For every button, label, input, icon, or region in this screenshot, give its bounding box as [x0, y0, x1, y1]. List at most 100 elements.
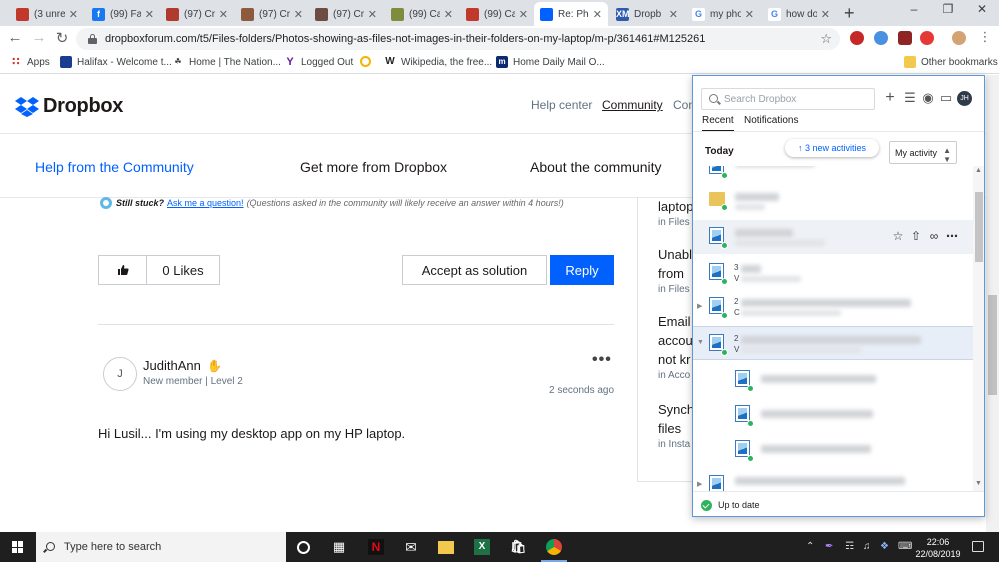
pen-icon[interactable]: ✒ — [825, 541, 833, 552]
list-item[interactable] — [693, 433, 973, 467]
browser-tab[interactable]: XM Dropb ✕ — [610, 2, 684, 26]
bookmark-logged-out[interactable]: Y Logged Out — [284, 56, 353, 68]
browser-tab[interactable]: Re: Pho ✕ — [534, 2, 608, 26]
system-clock[interactable]: 22:06 22/08/2019 — [913, 536, 963, 560]
related-post-title[interactable]: files — [658, 419, 681, 438]
subnav-get-more[interactable]: Get more from Dropbox — [300, 159, 447, 175]
related-post-title[interactable]: not kr — [658, 350, 691, 369]
folder-open-icon[interactable]: ▭ — [939, 91, 953, 105]
reply-button[interactable]: Reply — [550, 255, 614, 285]
related-post-title[interactable]: from — [658, 264, 684, 283]
subnav-about[interactable]: About the community — [530, 159, 662, 175]
browser-tab[interactable]: (99) Ca ✕ — [460, 2, 534, 26]
ask-question-link[interactable]: Ask me a question! — [167, 198, 244, 208]
new-tab-button[interactable]: + — [844, 3, 855, 24]
tab-close-icon[interactable]: ✕ — [745, 8, 754, 21]
profile-avatar[interactable] — [952, 31, 966, 45]
forward-arrow-icon[interactable]: → — [30, 29, 48, 46]
list-item[interactable] — [693, 398, 973, 432]
like-button[interactable] — [99, 256, 147, 284]
store-icon[interactable]: 🛍 — [510, 539, 527, 555]
address-bar[interactable]: dropboxforum.com/t5/Files-folders/Photos… — [76, 28, 840, 50]
new-activities-button[interactable]: ↑ 3 new activities — [785, 139, 879, 157]
author-avatar[interactable]: J — [103, 357, 137, 391]
file-explorer-icon[interactable] — [438, 541, 454, 554]
list-item[interactable]: ▶ — [693, 468, 973, 491]
list-item[interactable] — [693, 184, 973, 218]
close-window-icon[interactable]: ✕ — [972, 2, 992, 16]
nav-help-center[interactable]: Help center — [531, 98, 592, 112]
plus-icon[interactable]: + — [883, 90, 897, 106]
reload-icon[interactable]: ↻ — [53, 29, 71, 47]
tab-recent[interactable]: Recent — [702, 115, 734, 132]
keyboard-icon[interactable]: ⌨ — [898, 541, 912, 552]
browser-tab[interactable]: Ghow do ✕ — [762, 2, 836, 26]
tab-close-icon[interactable]: ✕ — [669, 8, 678, 21]
dropbox-tray-icon[interactable]: ❖ — [880, 541, 889, 552]
other-bookmarks[interactable]: Other bookmarks — [904, 56, 998, 68]
expand-arrow-icon[interactable]: ▶ — [697, 302, 702, 310]
related-post-title[interactable]: accou — [658, 331, 693, 350]
bookmark-halifax[interactable]: Halifax - Welcome t... — [60, 56, 172, 68]
bookmark-daily-mail[interactable]: m Home Daily Mail O... — [496, 56, 605, 68]
bookmark-placeholder[interactable] — [360, 56, 376, 67]
browser-tab[interactable]: (97) Cri ✕ — [309, 2, 383, 26]
list-item[interactable] — [693, 363, 973, 397]
browser-menu-icon[interactable]: ⋮ — [976, 29, 994, 45]
related-post-title[interactable]: Unabl — [658, 245, 692, 264]
popup-scrollbar[interactable]: ▲ ▼ — [973, 166, 984, 491]
task-view-icon[interactable]: ▦ — [331, 539, 347, 555]
activity-filter-select[interactable]: My activity ▲ ▼ — [889, 141, 957, 164]
globe-icon[interactable]: ◉ — [921, 91, 935, 105]
list-item[interactable]: 3 V — [693, 256, 973, 290]
minimize-icon[interactable]: – — [904, 2, 924, 16]
more-options-icon[interactable]: ⋯ — [945, 229, 959, 243]
related-post-title[interactable]: laptop — [658, 197, 693, 216]
cortana-icon[interactable] — [297, 541, 310, 554]
browser-tab[interactable]: Gmy pho ✕ — [686, 2, 760, 26]
scroll-down-icon[interactable]: ▼ — [975, 480, 982, 487]
scrollbar-thumb[interactable] — [988, 295, 997, 395]
dropbox-logo[interactable]: Dropbox — [15, 95, 123, 118]
list-item[interactable]: ☆ ⇧ ∞ ⋯ — [693, 220, 973, 254]
restore-icon[interactable]: ❐ — [938, 2, 958, 16]
netflix-icon[interactable]: N — [368, 539, 384, 555]
bookmark-the-nation[interactable]: ☘ Home | The Nation... — [172, 56, 281, 68]
post-options-icon[interactable]: ••• — [592, 351, 612, 369]
tab-close-icon[interactable]: ✕ — [368, 8, 377, 21]
network-icon[interactable]: ☶ — [845, 541, 854, 552]
subnav-help-from-community[interactable]: Help from the Community — [35, 159, 194, 175]
page-scrollbar[interactable] — [986, 75, 999, 532]
tab-close-icon[interactable]: ✕ — [821, 8, 830, 21]
tab-close-icon[interactable]: ✕ — [69, 8, 78, 21]
link-icon[interactable]: ∞ — [927, 229, 941, 243]
related-post-title[interactable]: Synch — [658, 400, 694, 419]
share-icon[interactable]: ⇧ — [909, 229, 923, 243]
extension-cloud-icon[interactable] — [874, 31, 888, 45]
tray-expand-icon[interactable]: ⌃ — [806, 541, 814, 552]
extension-notification-icon[interactable] — [850, 31, 864, 45]
nav-community[interactable]: Community — [602, 98, 663, 112]
bookmark-apps[interactable]: ∷ Apps — [10, 56, 50, 68]
popup-scrollbar-thumb[interactable] — [975, 192, 983, 262]
tab-close-icon[interactable]: ✕ — [593, 8, 602, 21]
star-icon[interactable]: ☆ — [891, 229, 905, 243]
windows-start-icon[interactable] — [12, 541, 24, 553]
scroll-up-icon[interactable]: ▲ — [975, 167, 982, 174]
taskbar-search-input[interactable]: Type here to search — [36, 532, 286, 562]
accept-solution-button[interactable]: Accept as solution — [402, 255, 547, 285]
extension-badge-icon[interactable] — [920, 31, 934, 45]
chrome-icon[interactable] — [546, 539, 562, 555]
mail-icon[interactable]: ✉ — [403, 539, 419, 555]
list-item[interactable] — [693, 166, 973, 184]
extension-mail-icon[interactable] — [898, 31, 912, 45]
dropbox-search-input[interactable]: Search Dropbox — [701, 88, 875, 110]
related-post-title[interactable]: Email — [658, 312, 691, 331]
tab-close-icon[interactable]: ✕ — [519, 8, 528, 21]
list-item[interactable]: ▶ 2 C — [693, 290, 973, 324]
expand-arrow-icon[interactable]: ▶ — [697, 480, 702, 488]
collapse-arrow-icon[interactable]: ▼ — [697, 339, 704, 346]
layers-icon[interactable]: ☰ — [903, 91, 917, 105]
browser-tab[interactable]: (99) Ca ✕ — [385, 2, 459, 26]
bookmark-wikipedia[interactable]: W Wikipedia, the free... — [384, 56, 492, 68]
